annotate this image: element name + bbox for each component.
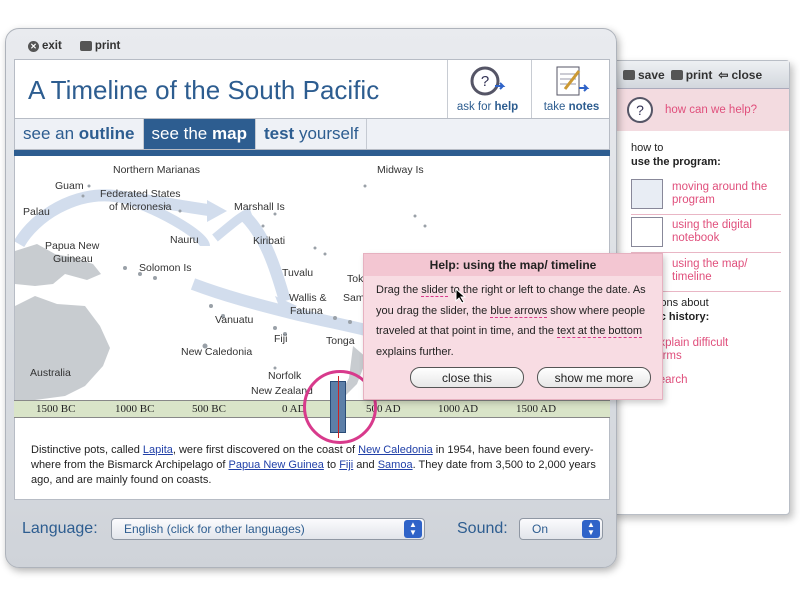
map-label: Australia	[30, 367, 71, 379]
main-toolbar: ✕ exit print	[28, 36, 120, 56]
lifebuoy-icon: ?	[627, 97, 653, 123]
print-icon	[79, 41, 92, 51]
svg-text:?: ?	[480, 73, 488, 90]
show-me-more-button[interactable]: show me more	[537, 367, 651, 388]
map-label: New Zealand	[251, 385, 313, 397]
side-item-moving-around[interactable]: moving around the program	[631, 179, 781, 215]
save-icon	[623, 69, 635, 80]
close-this-button[interactable]: close this	[410, 367, 524, 388]
arrow-head	[207, 200, 227, 222]
tab-map[interactable]: see the map	[143, 119, 256, 149]
map-label: Norfolk	[268, 370, 302, 382]
route-arrow	[240, 211, 291, 303]
map-label: Fiji	[274, 333, 288, 345]
window-icon	[631, 179, 663, 209]
side-close-button[interactable]: ⇦ close	[718, 68, 762, 82]
close-icon: ⇦	[718, 67, 729, 82]
notepad-icon	[556, 66, 589, 96]
save-button[interactable]: save	[623, 68, 665, 82]
lifebuoy-icon: ?	[470, 66, 505, 96]
language-label: Language:	[22, 520, 98, 537]
map-label: Guineau	[53, 253, 93, 265]
svg-text:?: ?	[636, 102, 644, 118]
timeline-tick: 0 AD	[282, 403, 306, 415]
take-notes-button[interactable]: take notes	[531, 60, 611, 119]
timeline-tick: 500 BC	[192, 403, 226, 415]
timeline-tick: 1500 AD	[516, 403, 557, 415]
tab-bar: see an outline see the map test yourself	[14, 118, 610, 150]
side-help-link[interactable]: ? how can we help?	[613, 89, 789, 131]
map-label: Midway Is	[377, 164, 424, 176]
exit-button[interactable]: ✕ exit	[28, 40, 62, 52]
map-label: Papua New	[45, 240, 100, 252]
side-toolbar: save print ⇦ close	[613, 61, 789, 89]
mouse-cursor-icon	[455, 288, 467, 304]
map-label: Vanuatu	[215, 314, 254, 326]
map-label: Solomon Is	[139, 262, 192, 274]
sound-select[interactable]: On ▲ ▼	[519, 518, 603, 540]
fiji-link[interactable]: Fiji	[339, 459, 353, 471]
sound-label: Sound:	[457, 520, 508, 537]
ask-help-button[interactable]: ? ask for help	[447, 60, 527, 119]
map-label: Tonga	[326, 335, 355, 347]
page-title: A Timeline of the South Pacific	[28, 75, 380, 105]
map-label: Tuvalu	[282, 267, 314, 279]
explain-terms-link[interactable]: explain difficult terms	[653, 337, 743, 363]
how-to-heading: how to use the program:	[631, 142, 721, 168]
map-label: Kiribati	[253, 235, 286, 247]
map-label: New Caledonia	[181, 346, 253, 358]
map-label: Palau	[23, 206, 50, 218]
map-label: Nauru	[170, 234, 199, 246]
timeline-tick: 1000 AD	[438, 403, 479, 415]
timeline-tick: 1500 BC	[36, 403, 76, 415]
side-print-button[interactable]: print	[670, 68, 712, 82]
map-label: Fatuna	[290, 305, 323, 317]
timeline-tick: 1000 BC	[115, 403, 155, 415]
australia-shape	[15, 296, 110, 400]
papua-new-guinea-link[interactable]: Papua New Guinea	[228, 459, 323, 471]
map-label: Wallis &	[289, 292, 327, 304]
help-popup-body: Drag the slider to the right or left to …	[376, 284, 646, 358]
help-popup-title: Help: using the map/ timeline	[364, 254, 662, 276]
language-select[interactable]: English (click for other languages) ▲ ▼	[111, 518, 425, 540]
map-label: of Micronesia	[109, 201, 172, 213]
tab-test[interactable]: test yourself	[256, 119, 368, 149]
map-label: Federated States	[100, 188, 181, 200]
notebook-icon	[631, 217, 663, 247]
select-arrows-icon: ▲ ▼	[582, 520, 600, 538]
samoa-link[interactable]: Samoa	[378, 459, 413, 471]
print-button[interactable]: print	[79, 40, 120, 52]
select-arrows-icon: ▲ ▼	[404, 520, 422, 538]
lapita-link[interactable]: Lapita	[143, 444, 173, 456]
map-label: Guam	[55, 180, 84, 192]
tab-outline[interactable]: see an outline	[15, 119, 144, 149]
side-item-digital-notebook[interactable]: using the digital notebook	[631, 217, 781, 253]
map-label: Marshall Is	[234, 201, 285, 213]
close-circle-icon: ✕	[28, 40, 39, 52]
map-label: Northern Marianas	[113, 164, 200, 176]
help-popup: Help: using the map/ timeline Drag the s…	[363, 253, 663, 400]
new-caledonia-link[interactable]: New Caledonia	[358, 444, 433, 456]
header: A Timeline of the South Pacific ? ask fo…	[14, 59, 611, 119]
print-icon	[670, 69, 683, 80]
